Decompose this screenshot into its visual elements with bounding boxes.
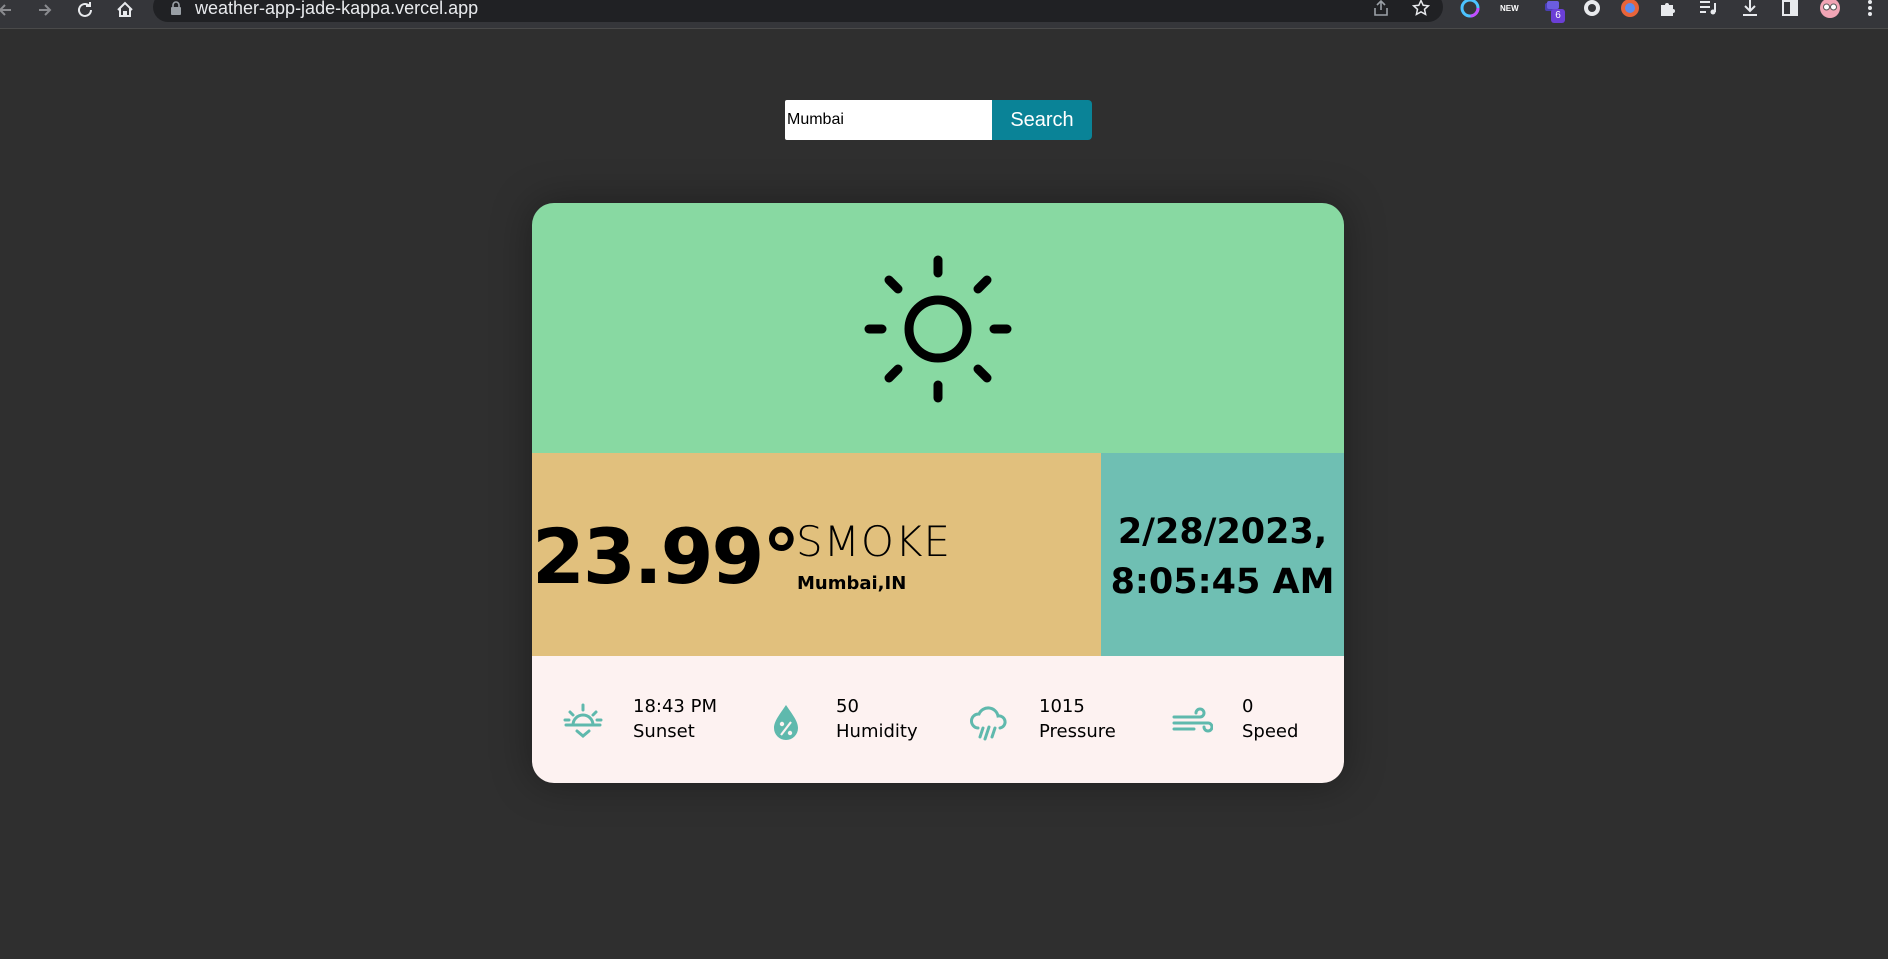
stat-value: 18:43 PM (633, 696, 717, 717)
stat-label: Humidity (836, 721, 918, 742)
share-icon[interactable] (1370, 0, 1392, 19)
reload-button[interactable] (72, 0, 98, 20)
location-label: Mumbai,IN (797, 573, 907, 594)
circle-extension-icon[interactable] (1580, 0, 1604, 20)
sun-icon (864, 255, 1012, 403)
date-text: 2/28/2023, (1117, 512, 1328, 552)
search-input[interactable] (785, 100, 992, 140)
stat-value: 50 (836, 696, 859, 717)
rain-cloud-icon (970, 706, 1007, 741)
forward-button[interactable] (32, 0, 58, 20)
stat-value: 0 (1242, 696, 1254, 717)
home-button[interactable] (112, 0, 138, 20)
time-text: 8:05:45 AM (1110, 562, 1335, 602)
address-url: weather-app-jade-kappa.vercel.app (195, 0, 479, 18)
stat-value: 1015 (1039, 696, 1085, 717)
puzzle-extensions-icon[interactable] (1656, 0, 1680, 20)
shield-extension-icon[interactable] (1618, 0, 1642, 20)
lock-icon (170, 0, 182, 19)
datetime-display: 2/28/2023, 8:05:45 AM (1101, 507, 1344, 607)
address-bar[interactable]: weather-app-jade-kappa.vercel.app (153, 0, 1443, 22)
download-icon[interactable] (1738, 0, 1762, 20)
extension-new-tag: NEW (1500, 4, 1519, 13)
back-arrow-icon (0, 4, 11, 16)
search-button[interactable]: Search (992, 100, 1092, 140)
stats-panel: 18:43 PM Sunset 50 Humidity 1015 Pressur… (532, 656, 1344, 783)
wind-icon (1172, 707, 1213, 733)
stat-label: Sunset (633, 721, 695, 742)
weather-condition: SMOKE (796, 517, 952, 566)
side-panel-icon[interactable] (1778, 0, 1802, 20)
forward-arrow-icon (39, 4, 52, 16)
browser-toolbar: weather-app-jade-kappa.vercel.app NEW 6 (0, 0, 1888, 29)
temperature-panel: 23.99° SMOKE Mumbai,IN (532, 453, 1101, 656)
bookmark-star-icon[interactable] (1410, 0, 1432, 19)
stat-label: Speed (1242, 721, 1299, 742)
extension-badge: 6 (1551, 9, 1565, 23)
datetime-panel: 2/28/2023, 8:05:45 AM (1101, 453, 1344, 656)
back-button[interactable] (0, 0, 18, 20)
profile-avatar[interactable] (1818, 0, 1842, 20)
temperature-value: 23.99° (532, 512, 800, 601)
sunset-icon (563, 703, 603, 738)
home-icon (117, 1, 133, 17)
reload-icon (78, 2, 92, 17)
weather-icon-panel (532, 203, 1344, 453)
menu-kebab-icon[interactable] (1858, 0, 1882, 20)
stat-label: Pressure (1039, 721, 1116, 742)
humidity-icon (774, 705, 798, 740)
weather-card: 23.99° SMOKE Mumbai,IN 2/28/2023, 8:05:4… (532, 203, 1344, 783)
color-extension-icon[interactable] (1458, 0, 1482, 20)
search-bar: Search (785, 100, 1092, 140)
media-control-icon[interactable] (1696, 0, 1720, 20)
